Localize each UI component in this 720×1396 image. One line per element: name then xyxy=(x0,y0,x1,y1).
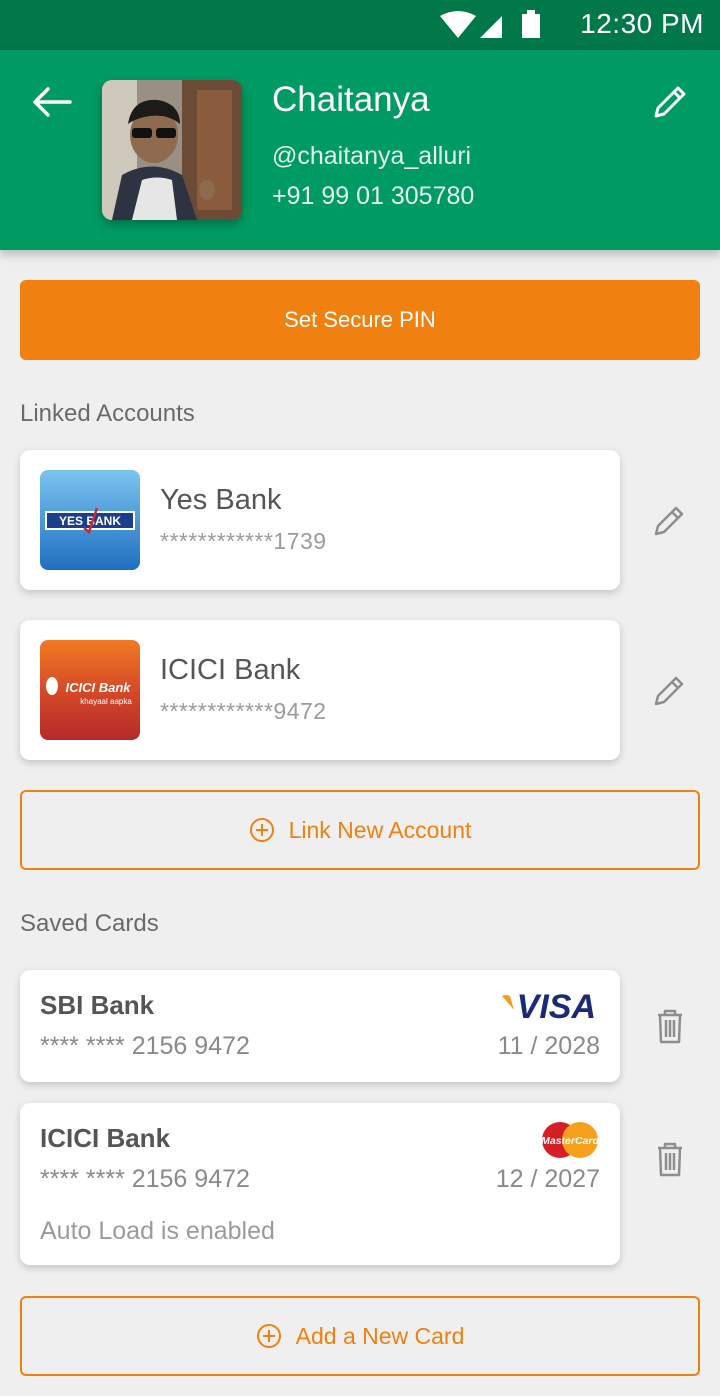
card-bank-name: SBI Bank xyxy=(40,990,155,1020)
card-bank-name: ICICI Bank xyxy=(40,1123,171,1153)
edit-account-pencil-icon[interactable] xyxy=(650,670,690,710)
status-icons xyxy=(440,10,540,38)
profile-phone: +91 99 01 305780 xyxy=(272,182,475,210)
status-time: 12:30 PM xyxy=(580,8,704,39)
account-bank-name: ICICI Bank xyxy=(160,654,301,686)
card-expiry: 12 / 2027 xyxy=(495,1165,600,1193)
profile-handle: @chaitanya_alluri xyxy=(272,142,472,170)
account-number: ************1739 xyxy=(160,528,327,554)
card-expiry: 11 / 2028 xyxy=(497,1032,600,1060)
visa-logo: VISA xyxy=(502,988,596,1022)
plus-circle-icon xyxy=(256,1324,281,1348)
saved-cards-title: Saved Cards xyxy=(20,910,159,937)
delete-card-trash-icon[interactable] xyxy=(650,1006,690,1046)
plus-circle-icon xyxy=(249,818,274,842)
battery-icon xyxy=(522,10,540,38)
icici-logo-tagline: khayaal aapka xyxy=(80,697,132,706)
status-bar: 12:30 PM xyxy=(0,0,720,50)
delete-card-trash-icon[interactable] xyxy=(650,1139,690,1179)
back-arrow-icon[interactable] xyxy=(30,84,72,120)
linked-account-card[interactable]: ICICI Bank khayaal aapka ICICI Bank ****… xyxy=(20,620,620,760)
signal-icon xyxy=(480,16,502,38)
link-new-account-label: Link New Account xyxy=(288,816,472,843)
card-number: **** **** 2156 9472 xyxy=(40,1032,250,1060)
auto-load-status: Auto Load is enabled xyxy=(40,1217,275,1245)
account-bank-name: Yes Bank xyxy=(160,484,282,516)
link-new-account-button[interactable]: Link New Account xyxy=(20,790,700,870)
add-new-card-button[interactable]: Add a New Card xyxy=(20,1296,700,1376)
icici-logo-text: ICICI Bank xyxy=(65,680,131,695)
linked-accounts-title: Linked Accounts xyxy=(20,400,195,427)
avatar[interactable] xyxy=(102,80,242,220)
wifi-icon xyxy=(440,11,476,38)
set-secure-pin-button[interactable]: Set Secure PIN xyxy=(20,280,700,360)
add-new-card-label: Add a New Card xyxy=(295,1322,465,1349)
yes-bank-logo: YES BANK xyxy=(40,470,140,570)
edit-profile-pencil-icon[interactable] xyxy=(648,80,692,124)
profile-name: Chaitanya xyxy=(272,80,430,119)
saved-card[interactable]: SBI Bank VISA **** **** 2156 9472 11 / 2… xyxy=(20,970,620,1082)
visa-logo-text: VISA xyxy=(517,988,596,1022)
edit-account-pencil-icon[interactable] xyxy=(650,500,690,540)
card-number: **** **** 2156 9472 xyxy=(40,1165,250,1193)
mastercard-logo: MasterCard xyxy=(541,1122,599,1158)
profile-header: Chaitanya @chaitanya_alluri +91 99 01 30… xyxy=(0,50,720,250)
account-number: ************9472 xyxy=(160,698,327,724)
mastercard-logo-text: MasterCard xyxy=(541,1135,599,1147)
linked-account-card[interactable]: YES BANK Yes Bank ************1739 xyxy=(20,450,620,590)
saved-card[interactable]: ICICI Bank MasterCard **** **** 2156 947… xyxy=(20,1103,620,1265)
icici-bank-logo: ICICI Bank khayaal aapka xyxy=(40,640,140,740)
